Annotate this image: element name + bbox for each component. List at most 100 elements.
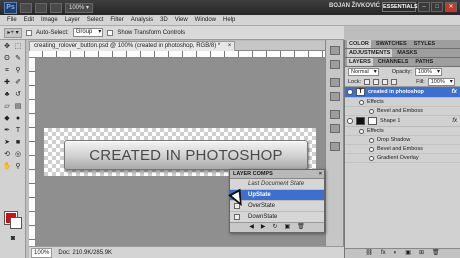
add-style-icon[interactable]: fx xyxy=(381,249,386,258)
lock-pixels-icon[interactable] xyxy=(373,78,380,85)
paragraph-panel-icon[interactable] xyxy=(330,92,340,101)
auto-select-dropdown[interactable]: Group xyxy=(72,28,104,37)
arrange-documents-button[interactable] xyxy=(50,2,62,13)
menu-window[interactable]: Window xyxy=(195,17,216,23)
apply-comp-icon[interactable] xyxy=(234,214,240,220)
maximize-button[interactable]: □ xyxy=(431,2,443,12)
visibility-eye-icon[interactable] xyxy=(347,118,353,124)
tab-styles[interactable]: STYLES xyxy=(412,40,437,48)
update-comp-icon[interactable]: ↻ xyxy=(272,223,277,232)
dodge-tool-icon[interactable]: ● xyxy=(13,114,23,123)
quick-select-tool-icon[interactable]: ✎ xyxy=(13,54,23,63)
effect-row[interactable]: Drop Shadow xyxy=(345,136,460,145)
close-icon[interactable]: × xyxy=(319,170,322,178)
auto-select-checkbox[interactable] xyxy=(26,29,32,36)
link-layers-icon[interactable]: ⛓ xyxy=(365,249,373,258)
effects-header[interactable]: Effects xyxy=(345,127,460,136)
tab-channels[interactable]: CHANNELS xyxy=(376,58,411,66)
zoom-tool-icon[interactable]: ⚲ xyxy=(13,162,23,171)
menu-file[interactable]: File xyxy=(7,17,17,23)
add-mask-icon[interactable]: ▣ xyxy=(405,249,411,258)
minimize-button[interactable]: – xyxy=(418,2,430,12)
trash-icon[interactable]: 🗑 xyxy=(432,249,440,258)
visibility-eye-icon[interactable] xyxy=(369,108,374,114)
fill-field[interactable]: 100% xyxy=(427,77,455,86)
horizontal-ruler[interactable] xyxy=(29,51,344,58)
menu-image[interactable]: Image xyxy=(41,17,58,23)
move-tool-icon[interactable]: ✥ xyxy=(2,42,12,51)
next-comp-icon[interactable]: ▶ xyxy=(261,223,266,232)
marquee-tool-icon[interactable]: ⬚ xyxy=(13,42,23,51)
close-button[interactable]: ✕ xyxy=(445,2,457,12)
menu-view[interactable]: View xyxy=(175,17,188,23)
adjustment-layer-icon[interactable]: ◐ xyxy=(394,249,398,258)
actions-panel-icon[interactable] xyxy=(330,60,340,69)
eraser-tool-icon[interactable]: ▱ xyxy=(2,102,12,111)
close-tab-icon[interactable]: × xyxy=(228,42,232,51)
brush-tool-icon[interactable]: ✐ xyxy=(13,78,23,87)
tab-paths[interactable]: PATHS xyxy=(413,58,435,66)
character-panel-icon[interactable] xyxy=(330,78,340,87)
zoom-field[interactable]: 100% xyxy=(31,247,53,258)
tool-preset-picker[interactable]: ▸+ ▾ xyxy=(4,27,22,38)
visibility-eye-icon[interactable] xyxy=(359,128,364,134)
tab-swatches[interactable]: SWATCHES xyxy=(374,40,409,48)
tab-masks[interactable]: MASKS xyxy=(395,49,419,57)
mini-bridge-button[interactable] xyxy=(35,2,47,13)
gradient-tool-icon[interactable]: ▤ xyxy=(13,102,23,111)
visibility-eye-icon[interactable] xyxy=(369,137,374,143)
quick-mask-icon[interactable]: ◙ xyxy=(8,234,18,243)
history-brush-tool-icon[interactable]: ↺ xyxy=(13,90,23,99)
visibility-eye-icon[interactable] xyxy=(369,155,374,161)
visibility-eye-icon[interactable] xyxy=(359,99,364,105)
lasso-tool-icon[interactable]: ʘ xyxy=(2,54,12,63)
blur-tool-icon[interactable]: ◆ xyxy=(2,114,12,123)
menu-3d[interactable]: 3D xyxy=(160,17,168,23)
menu-layer[interactable]: Layer xyxy=(65,17,80,23)
workspace-switcher[interactable]: ESSENTIALS xyxy=(382,2,418,12)
tab-adjustments[interactable]: ADJUSTMENTS xyxy=(347,49,393,57)
menu-analysis[interactable]: Analysis xyxy=(131,17,153,23)
vertical-ruler[interactable] xyxy=(29,58,36,246)
layer-row-text[interactable]: T created in photoshop fx xyxy=(345,87,460,98)
history-panel-icon[interactable] xyxy=(330,46,340,55)
lock-all-icon[interactable] xyxy=(391,78,398,85)
tab-color[interactable]: COLOR xyxy=(347,40,371,48)
effect-row[interactable]: Bevel and Emboss xyxy=(345,145,460,154)
eyedropper-tool-icon[interactable]: ⚲ xyxy=(13,66,23,75)
lock-position-icon[interactable] xyxy=(382,78,389,85)
visibility-eye-icon[interactable] xyxy=(347,89,353,95)
menu-edit[interactable]: Edit xyxy=(24,17,34,23)
menu-help[interactable]: Help xyxy=(223,17,235,23)
menu-select[interactable]: Select xyxy=(87,17,104,23)
3d-orbit-tool-icon[interactable]: ◎ xyxy=(13,150,23,159)
previous-comp-icon[interactable]: ◀ xyxy=(249,223,254,232)
healing-brush-tool-icon[interactable]: ✚ xyxy=(2,78,12,87)
layer-comps-panel-icon[interactable] xyxy=(330,142,340,151)
new-layer-icon[interactable]: ⊞ xyxy=(419,249,424,258)
zoom-level-menu[interactable]: 100% ▾ xyxy=(65,2,94,13)
hand-tool-icon[interactable]: ✋ xyxy=(2,162,12,171)
path-select-tool-icon[interactable]: ➤ xyxy=(2,138,12,147)
clone-source-panel-icon[interactable] xyxy=(330,124,340,133)
effect-row[interactable]: Bevel and Emboss xyxy=(345,107,460,116)
fx-icon[interactable]: fx xyxy=(452,89,457,95)
shape-tool-icon[interactable]: ■ xyxy=(13,138,23,147)
type-tool-icon[interactable]: T xyxy=(13,126,23,135)
document-tab[interactable]: creating_rolover_button.psd @ 100% (crea… xyxy=(29,41,236,51)
layer-comps-header[interactable]: LAYER COMPS × xyxy=(230,170,324,179)
blend-mode-dropdown[interactable]: Normal xyxy=(348,68,379,76)
brush-panel-icon[interactable] xyxy=(330,110,340,119)
menu-filter[interactable]: Filter xyxy=(110,17,123,23)
layer-row-shape[interactable]: Shape 1 fx xyxy=(345,116,460,127)
effects-header[interactable]: Effects xyxy=(345,98,460,107)
visibility-eye-icon[interactable] xyxy=(369,146,374,152)
opacity-field[interactable]: 100% xyxy=(414,68,442,76)
effect-row[interactable]: Gradient Overlay xyxy=(345,154,460,163)
background-color-swatch[interactable] xyxy=(10,217,22,229)
lock-transparency-icon[interactable] xyxy=(364,78,371,85)
pen-tool-icon[interactable]: ✒ xyxy=(2,126,12,135)
delete-comp-icon[interactable]: 🗑 xyxy=(297,223,305,232)
tab-layers[interactable]: LAYERS xyxy=(347,58,373,66)
new-comp-icon[interactable]: ▣ xyxy=(284,223,290,232)
